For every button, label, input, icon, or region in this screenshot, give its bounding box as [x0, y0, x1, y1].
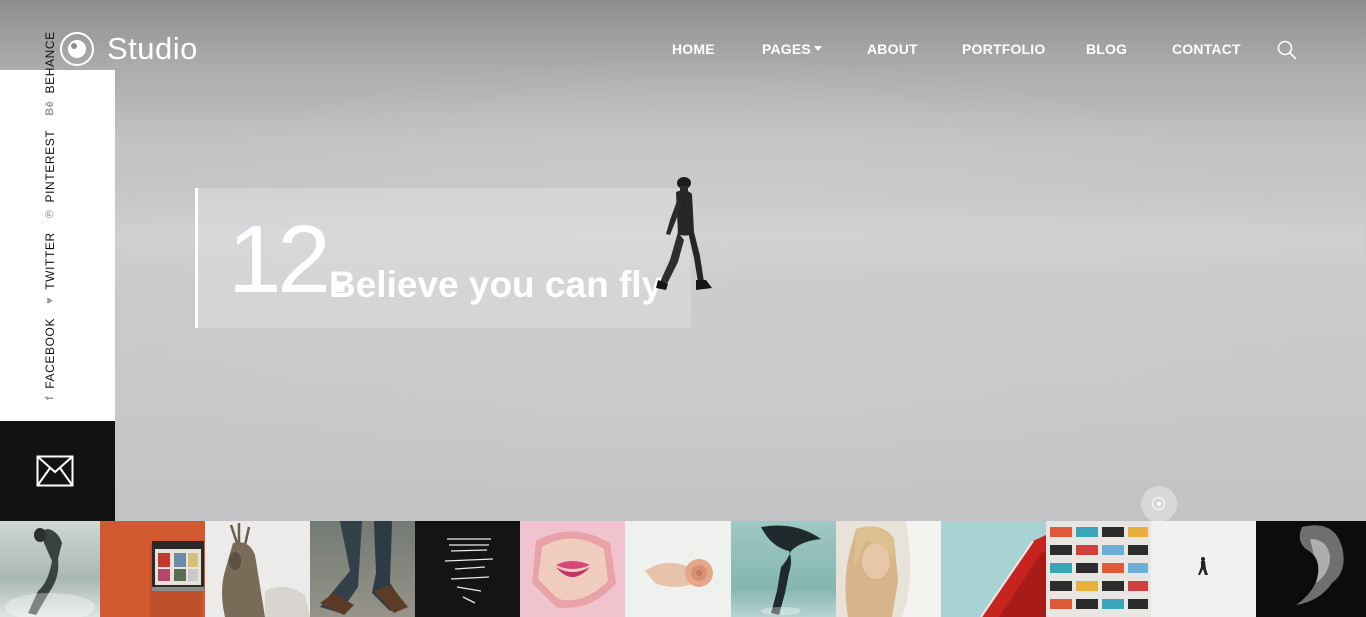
- social-link-facebook[interactable]: f FACEBOOK: [43, 318, 57, 400]
- thumbnail-red-building-image: [980, 535, 1046, 617]
- thumbnail-woman-curtain-image: [845, 521, 941, 617]
- logo-mark-icon: [60, 32, 94, 66]
- thumbnail-walker-image: [1198, 557, 1208, 575]
- thumbnail-dancer[interactable]: [0, 521, 100, 617]
- chevron-down-icon: [813, 46, 822, 51]
- scroll-indicator-button[interactable]: [1141, 486, 1177, 522]
- walking-person-image: [656, 177, 712, 290]
- nav-item-about[interactable]: ABOUT: [867, 41, 918, 57]
- facebook-icon: f: [44, 395, 56, 400]
- social-label-pinterest: PINTEREST: [43, 129, 57, 203]
- thumbnail-lips-image: [532, 531, 616, 608]
- nav-item-pages-label: PAGES: [762, 41, 811, 57]
- slide-title: Believe you can fly: [329, 264, 663, 305]
- thumbnail-walker[interactable]: [1151, 521, 1256, 617]
- thumbnail-smoke-image: [1296, 525, 1344, 605]
- thumbnail-woman-curtain[interactable]: [836, 521, 941, 617]
- nav-item-contact[interactable]: CONTACT: [1172, 41, 1241, 57]
- thumbnail-jumper[interactable]: [731, 521, 836, 617]
- page: Studio HOME PAGES ABOUT PORTFOLIO BLOG C…: [0, 0, 1366, 617]
- thumbnail-jumper-image: [761, 525, 821, 615]
- nav-item-blog[interactable]: BLOG: [1086, 41, 1127, 57]
- social-link-pinterest[interactable]: ℗ PINTEREST: [43, 130, 57, 218]
- search-icon[interactable]: [1277, 40, 1297, 60]
- thumbnail-deer[interactable]: [205, 521, 310, 617]
- social-label-twitter: TWITTER: [43, 232, 57, 290]
- thumbnail-balconies-image: [1046, 521, 1151, 617]
- social-sidebar: f FACEBOOK ♥ TWITTER ℗ PINTEREST Bē BEHA…: [0, 31, 115, 421]
- logo[interactable]: Studio: [60, 31, 198, 67]
- thumbnail-balconies[interactable]: [1046, 521, 1151, 617]
- nav-item-portfolio[interactable]: PORTFOLIO: [962, 41, 1045, 57]
- thumbnail-rose-hand[interactable]: [625, 521, 731, 617]
- thumbnail-red-building[interactable]: [941, 521, 1046, 617]
- social-link-twitter[interactable]: ♥ TWITTER: [43, 232, 57, 304]
- thumbnail-shoes-image: [310, 521, 415, 617]
- thumbnail-light-lines-image: [444, 538, 494, 604]
- thumbnail-lips[interactable]: [520, 521, 625, 617]
- thumbnail-deer-image: [222, 523, 310, 617]
- pinterest-icon: ℗: [44, 209, 56, 219]
- thumbnail-smoke[interactable]: [1256, 521, 1366, 617]
- nav-item-home[interactable]: HOME: [672, 41, 715, 57]
- thumbnail-shoes[interactable]: [310, 521, 415, 617]
- social-label-facebook: FACEBOOK: [43, 317, 57, 389]
- thumbnail-window[interactable]: [100, 521, 205, 617]
- envelope-icon: [36, 455, 74, 487]
- thumbnail-light-lines[interactable]: [415, 521, 520, 617]
- social-label-behance: BEHANCE: [43, 31, 57, 94]
- behance-icon: Bē: [44, 100, 56, 116]
- social-link-behance[interactable]: Bē BEHANCE: [43, 31, 57, 115]
- thumbnail-dancer-image: [5, 528, 95, 617]
- thumbnail-window-image: [150, 541, 204, 617]
- social-links: f FACEBOOK ♥ TWITTER ℗ PINTEREST Bē BEHA…: [38, 31, 62, 400]
- twitter-icon: ♥: [44, 296, 56, 304]
- mail-button[interactable]: [0, 421, 115, 521]
- thumbnail-strip: [0, 521, 1366, 617]
- nav-item-pages[interactable]: PAGES: [762, 41, 822, 57]
- brand-name: Studio: [107, 31, 198, 66]
- hero-caption: 12. Believe you can fly: [195, 188, 691, 328]
- thumbnail-rose-hand-image: [645, 559, 713, 587]
